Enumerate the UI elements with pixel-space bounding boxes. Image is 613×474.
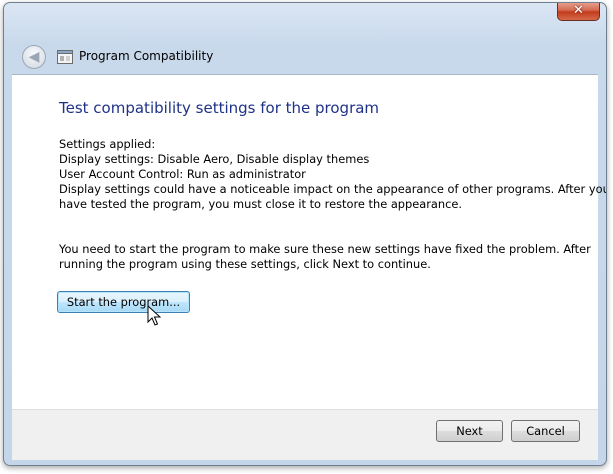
window-title: Program Compatibility (79, 49, 214, 63)
footer-bar: Next Cancel (12, 409, 598, 460)
impact-note-line-2: have tested the program, you must close … (59, 197, 463, 211)
close-button[interactable]: ✕ (557, 3, 600, 21)
cancel-button[interactable]: Cancel (511, 420, 580, 442)
page-heading: Test compatibility settings for the prog… (59, 99, 380, 117)
content-panel: Test compatibility settings for the prog… (12, 74, 606, 409)
program-compatibility-window: ✕ ◀ Program Compatibility Test compatibi… (3, 2, 607, 466)
program-compatibility-icon (57, 50, 73, 64)
back-button[interactable]: ◀ (22, 45, 46, 69)
uac-line: User Account Control: Run as administrat… (59, 167, 306, 181)
back-arrow-icon: ◀ (28, 49, 40, 65)
close-icon: ✕ (573, 3, 584, 18)
next-button[interactable]: Next (436, 420, 503, 442)
start-program-button[interactable]: Start the program... (57, 291, 190, 313)
mouse-cursor-icon (147, 305, 161, 326)
settings-applied-label: Settings applied: (59, 137, 156, 151)
instruction-line-1: You need to start the program to make su… (59, 242, 591, 256)
impact-note-line-1: Display settings could have a noticeable… (59, 182, 607, 196)
display-settings-line: Display settings: Disable Aero, Disable … (59, 152, 370, 166)
instruction-line-2: running the program using these settings… (59, 257, 431, 271)
